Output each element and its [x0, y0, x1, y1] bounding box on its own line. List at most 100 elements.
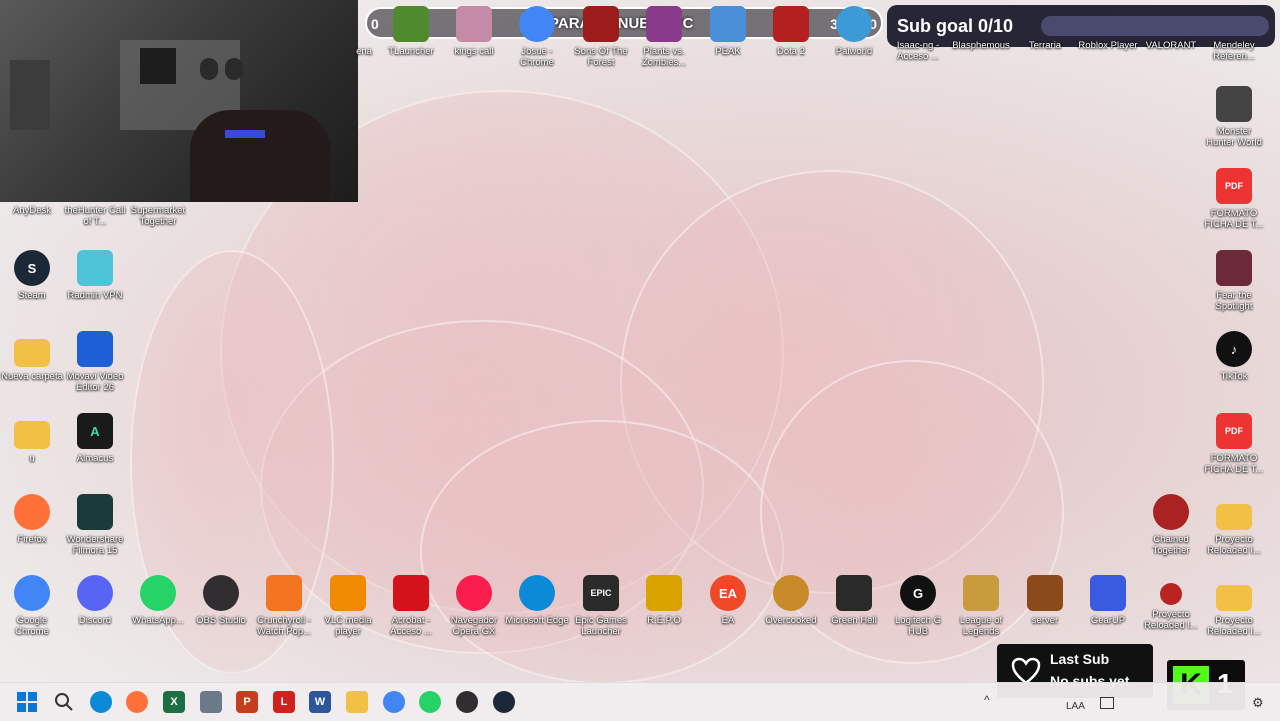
file-explorer-taskbar-icon[interactable] — [346, 691, 368, 713]
desktop-icon-vlc[interactable]: VLC media player — [316, 575, 380, 637]
desktop-icon-proyecto-reloaded-folder[interactable]: Proyecto Reloaded I... — [1202, 494, 1266, 556]
desktop-icon-josue-chrome[interactable]: Josue - Chrome — [505, 6, 569, 68]
desktop-icon-nueva-carpeta[interactable]: Nueva carpeta — [0, 331, 64, 382]
desktop-icon-google-chrome[interactable]: Google Chrome — [0, 575, 64, 637]
desktop-icon-mendeley[interactable]: Mendeley Referen... — [1202, 40, 1266, 62]
sub-goal-label: Sub goal 0/10 — [897, 16, 1014, 36]
language-indicator[interactable]: LAA — [1066, 701, 1085, 712]
desktop-icon-green-hell[interactable]: Green Hell — [822, 575, 886, 626]
desktop-icon-overcooked[interactable]: Overcooked — [759, 575, 823, 626]
desktop-icon-league-of-legends[interactable]: League of Legends — [949, 575, 1013, 637]
pdf-icon: PDF — [1216, 413, 1252, 449]
desktop-icon-filmora[interactable]: Wondershare Filmora 15 — [63, 494, 127, 556]
settings-gear-icon[interactable]: ⚙ — [1252, 695, 1264, 711]
desktop-icon-proyecto-reloaded-1[interactable]: Proyecto Reloaded I... — [1139, 575, 1203, 631]
desktop-icon-server[interactable]: server — [1013, 575, 1077, 626]
obs-taskbar-icon[interactable] — [456, 691, 478, 713]
folder-icon — [1216, 504, 1252, 530]
desktop-icon-formato-ficha-2[interactable]: PDF FORMATO FICHA DE T... — [1202, 413, 1266, 475]
desktop-icon-kings-call[interactable]: kings call — [442, 6, 506, 57]
monster-hunter-icon — [1216, 86, 1252, 122]
network-icon[interactable] — [1100, 697, 1114, 709]
desktop-icon-almacus[interactable]: A Almacus — [63, 413, 127, 464]
word-taskbar-icon[interactable]: W — [309, 691, 331, 713]
desktop-icon-whatsapp[interactable]: WhatsApp... — [126, 575, 190, 626]
desktop-icon-palworld[interactable]: Palworld — [822, 6, 886, 57]
desktop-icon-isaac[interactable]: Isaac-ng - Acceso ... — [886, 40, 950, 62]
discord-icon — [77, 575, 113, 611]
desktop-icon-ea[interactable]: EA EA — [696, 575, 760, 626]
folder-icon — [1216, 585, 1252, 611]
l-app-taskbar-icon[interactable]: L — [273, 691, 295, 713]
desktop-icon-firefox[interactable]: Firefox — [0, 494, 64, 545]
filmora-icon — [77, 494, 113, 530]
folder-icon — [14, 421, 50, 449]
sons-of-the-forest-icon — [583, 6, 619, 42]
desktop-icon-edge[interactable]: Microsoft Edge — [505, 575, 569, 626]
edge-icon — [519, 575, 555, 611]
chrome-taskbar-icon[interactable] — [383, 691, 405, 713]
desktop-icon-supermarket-together[interactable]: Supermarket Together — [126, 205, 190, 227]
desktop-icon-peak[interactable]: PEAK — [696, 6, 760, 57]
desktop-icon-plants-vs-zombies[interactable]: Plants vs. Zombies... — [632, 6, 696, 68]
whatsapp-icon — [140, 575, 176, 611]
desktop-icon-terraria[interactable]: Terraria — [1013, 40, 1077, 51]
last-sub-title: Last Sub — [1050, 651, 1110, 667]
peak-icon — [710, 6, 746, 42]
camera-taskbar-icon[interactable] — [200, 691, 222, 713]
desktop-icon-u-folder[interactable]: u — [0, 413, 64, 464]
desktop-icon-steam[interactable]: S Steam — [0, 250, 64, 301]
desktop-icon-valorant[interactable]: VALORANT — [1139, 40, 1203, 51]
desktop-icon-chained-together[interactable]: Chained Together — [1139, 494, 1203, 556]
fear-the-spotlight-icon — [1216, 250, 1252, 286]
firefox-taskbar-icon[interactable] — [126, 691, 148, 713]
desktop-icon-crunchyroll[interactable]: Crunchyroll - Watch Pop... — [252, 575, 316, 637]
tlauncher-icon — [393, 6, 429, 42]
desktop-icon-epic-games[interactable]: EPIC Epic Games Launcher — [569, 575, 633, 637]
desktop-icon-obs-studio[interactable]: OBS Studio — [189, 575, 253, 626]
desktop-icon-gearup[interactable]: GearUP — [1076, 575, 1140, 626]
desktop-icon-movavi[interactable]: Movavi Video Editor 26 — [63, 331, 127, 393]
desktop-icon-blasphemous[interactable]: Blasphemous — [949, 40, 1013, 51]
edge-taskbar-icon[interactable] — [90, 691, 112, 713]
repo-icon — [646, 575, 682, 611]
windows-start-icon[interactable] — [16, 691, 38, 713]
server-icon — [1027, 575, 1063, 611]
desktop-icon-repo[interactable]: R.E.P.O — [632, 575, 696, 626]
desktop-icon-fear-the-spotlight[interactable]: Fear the Spotlight — [1202, 250, 1266, 312]
chrome-icon — [14, 575, 50, 611]
desktop-icon-monster-hunter-world[interactable]: Monster Hunter World — [1202, 86, 1266, 148]
plants-vs-zombies-icon — [646, 6, 682, 42]
steam-taskbar-icon[interactable] — [493, 691, 515, 713]
desktop-icon-anydesk[interactable]: AnyDesk — [0, 205, 64, 216]
desktop-icon-discord[interactable]: Discord — [63, 575, 127, 626]
search-icon[interactable] — [53, 691, 75, 713]
desktop-icon-sons-of-the-forest[interactable]: Sons Of The Forest — [569, 6, 633, 68]
almacus-icon: A — [77, 413, 113, 449]
gearup-icon — [1090, 575, 1126, 611]
desktop-icon-ena[interactable]: ena — [348, 6, 380, 57]
powerpoint-taskbar-icon[interactable]: P — [236, 691, 258, 713]
excel-taskbar-icon[interactable]: X — [163, 691, 185, 713]
desktop-icon-logitech-g-hub[interactable]: G Logitech G HUB — [886, 575, 950, 637]
logitech-g-icon: G — [900, 575, 936, 611]
sub-goal-progress-track — [1041, 16, 1269, 36]
crunchyroll-icon — [266, 575, 302, 611]
desktop-icon-roblox[interactable]: Roblox Player — [1076, 40, 1140, 51]
ea-icon: EA — [710, 575, 746, 611]
whatsapp-taskbar-icon[interactable] — [419, 691, 441, 713]
desktop-icon-opera-gx[interactable]: Navegador Opera GX — [442, 575, 506, 637]
desktop-icon-acrobat[interactable]: Acrobat - Acceso ... — [379, 575, 443, 637]
desktop-icon-formato-ficha-1[interactable]: PDF FORMATO FICHA DE T... — [1202, 168, 1266, 230]
desktop-icon-proyecto-reloaded-2[interactable]: Proyecto Reloaded I... — [1202, 575, 1266, 637]
desktop-icon-radmin-vpn[interactable]: Radmin VPN — [63, 250, 127, 301]
league-of-legends-icon — [963, 575, 999, 611]
acrobat-icon — [393, 575, 429, 611]
desktop-icon-thehunter[interactable]: theHunter Call of T... — [63, 205, 127, 227]
desktop-icon-tlauncher[interactable]: TLauncher — [379, 6, 443, 57]
epic-games-icon: EPIC — [583, 575, 619, 611]
show-hidden-icons-chevron-icon[interactable]: ^ — [984, 693, 990, 707]
desktop-icon-dota-2[interactable]: Dota 2 — [759, 6, 823, 57]
firefox-icon — [14, 494, 50, 530]
desktop-icon-tiktok[interactable]: ♪ TikTok — [1202, 331, 1266, 382]
